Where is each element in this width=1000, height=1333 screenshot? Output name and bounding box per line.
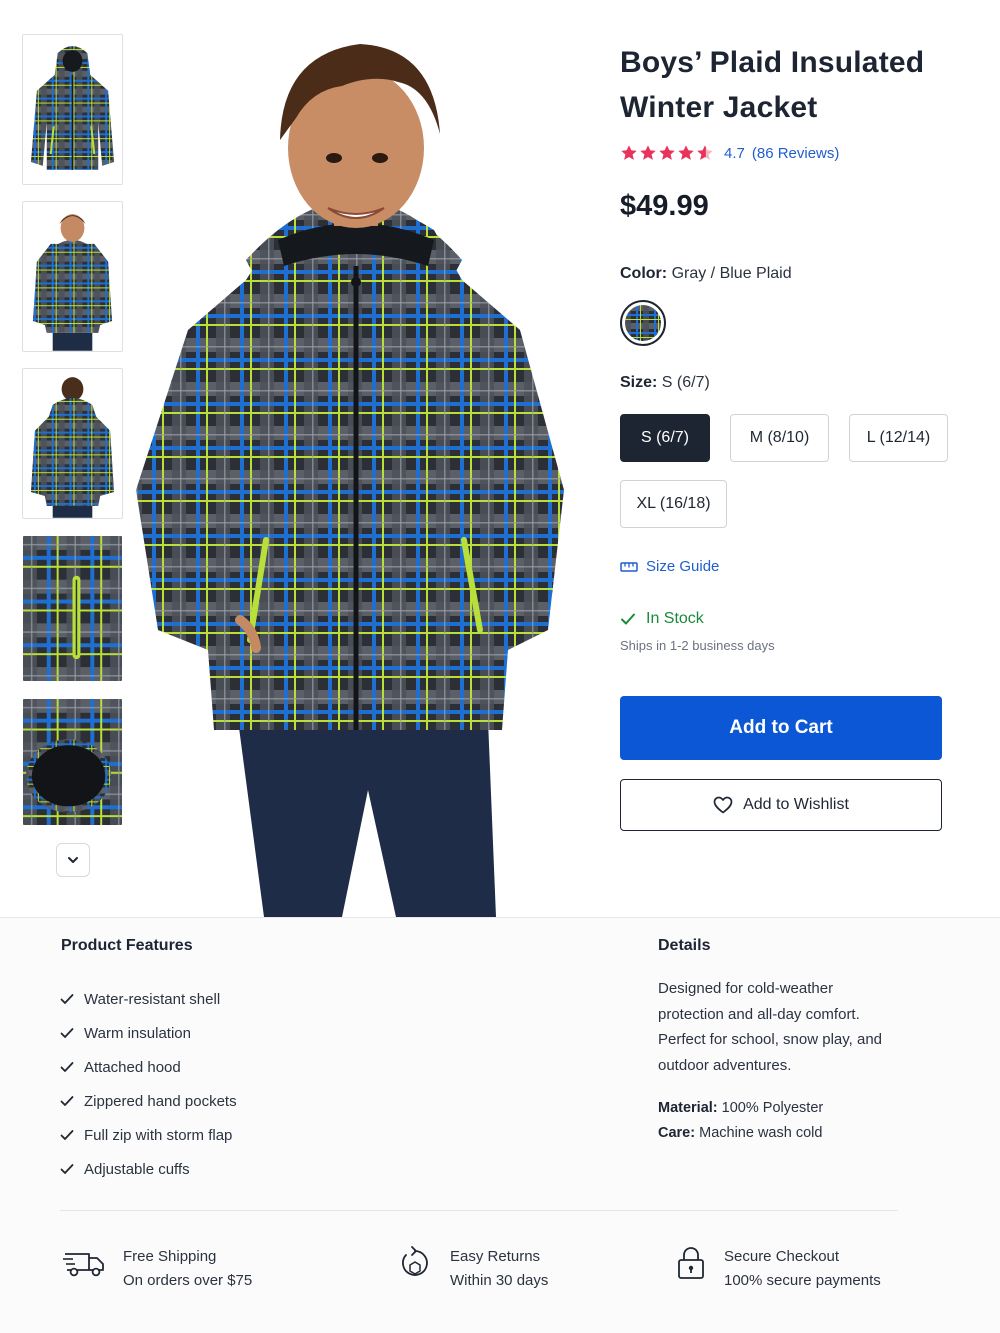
section-divider bbox=[60, 1210, 898, 1211]
checkmark-icon bbox=[60, 1164, 74, 1174]
chevron-down-icon bbox=[68, 857, 78, 863]
plaid-swatch bbox=[625, 305, 661, 341]
size-option-xl[interactable]: XL (16/18) bbox=[620, 480, 727, 528]
add-to-wishlist-button[interactable]: Add to Wishlist bbox=[620, 779, 942, 831]
add-to-wishlist-label: Add to Wishlist bbox=[743, 796, 849, 813]
perk-text: Secure Checkout 100% secure payments bbox=[724, 1245, 881, 1293]
star-half-icon bbox=[697, 145, 713, 160]
checkmark-icon bbox=[60, 994, 74, 1004]
color-value: Gray / Blue Plaid bbox=[671, 265, 792, 282]
material-label: Material: bbox=[658, 1100, 718, 1116]
stock-status: In Stock bbox=[620, 610, 704, 628]
perk-secure-checkout: Secure Checkout 100% secure payments bbox=[676, 1245, 881, 1293]
perk-easy-returns: Easy Returns Within 30 days bbox=[398, 1245, 548, 1293]
size-guide-label: Size Guide bbox=[646, 558, 720, 575]
list-item: Warm insulation bbox=[60, 1016, 237, 1050]
product-info-panel: Boys’ Plaid Insulated Winter Jacket 4.7 … bbox=[620, 40, 950, 831]
perk-title: Secure Checkout bbox=[724, 1248, 840, 1265]
product-rating[interactable]: 4.7 (86 Reviews) bbox=[620, 144, 839, 162]
product-title: Boys’ Plaid Insulated Winter Jacket bbox=[620, 40, 950, 130]
product-price: $49.99 bbox=[620, 190, 709, 222]
size-option-m[interactable]: M (8/10) bbox=[730, 414, 829, 462]
care-label: Care: bbox=[658, 1125, 696, 1141]
star-full-icon bbox=[659, 145, 675, 160]
checkmark-icon bbox=[60, 1130, 74, 1140]
size-option-s[interactable]: S (6/7) bbox=[620, 414, 710, 462]
checkmark-icon bbox=[621, 613, 635, 625]
reviews-link[interactable]: (86 Reviews) bbox=[752, 145, 840, 162]
star-rating bbox=[620, 144, 714, 162]
rating-score: 4.7 bbox=[724, 144, 745, 162]
ruler-icon bbox=[620, 561, 638, 572]
material-spec: Material: 100% Polyester bbox=[658, 1100, 823, 1116]
thumbnail-pocket-detail[interactable] bbox=[22, 535, 123, 682]
stock-status-text: In Stock bbox=[646, 610, 704, 627]
size-guide-link[interactable]: Size Guide bbox=[620, 558, 719, 575]
details-description: Designed for cold-weather protection and… bbox=[658, 980, 883, 1074]
list-item: Attached hood bbox=[60, 1050, 237, 1084]
thumbnail-cuff-detail[interactable] bbox=[22, 698, 123, 826]
features-title: Product Features bbox=[61, 937, 193, 954]
list-item: Full zip with storm flap bbox=[60, 1118, 237, 1152]
jacket-front-image bbox=[23, 35, 122, 184]
feature-text: Zippered hand pockets bbox=[84, 1092, 237, 1110]
feature-text: Warm insulation bbox=[84, 1024, 191, 1042]
product-title-line1: Boys’ Plaid Insulated bbox=[620, 46, 925, 79]
boy-front-image bbox=[23, 202, 122, 351]
list-item: Zippered hand pockets bbox=[60, 1084, 237, 1118]
size-label-heading: Size: bbox=[620, 374, 658, 391]
perk-free-shipping: Free Shipping On orders over $75 bbox=[63, 1245, 252, 1293]
feature-text: Attached hood bbox=[84, 1058, 181, 1076]
size-option-l[interactable]: L (12/14) bbox=[849, 414, 948, 462]
product-details-section: Product Features Water-resistant shell W… bbox=[0, 917, 1000, 1333]
main-product-image bbox=[128, 30, 580, 917]
thumbnail-boy-front[interactable] bbox=[22, 201, 123, 352]
boy-in-jacket-photo bbox=[128, 30, 580, 917]
care-value: Machine wash cold bbox=[699, 1125, 823, 1141]
perk-text: Easy Returns Within 30 days bbox=[450, 1245, 548, 1293]
color-swatch-selected[interactable] bbox=[620, 300, 666, 346]
feature-text: Full zip with storm flap bbox=[84, 1126, 233, 1144]
perk-text: Free Shipping On orders over $75 bbox=[123, 1245, 252, 1293]
checkmark-icon bbox=[60, 1028, 74, 1038]
color-label-heading: Color: bbox=[620, 265, 668, 282]
shipping-estimate: Ships in 1-2 business days bbox=[620, 638, 775, 653]
perk-title: Easy Returns bbox=[450, 1248, 541, 1265]
product-title-line2: Winter Jacket bbox=[620, 91, 818, 124]
list-item: Water-resistant shell bbox=[60, 982, 237, 1016]
checkmark-icon bbox=[60, 1096, 74, 1106]
lock-icon bbox=[678, 1247, 704, 1279]
feature-text: Water-resistant shell bbox=[84, 990, 221, 1008]
cuff-detail-image bbox=[23, 699, 122, 825]
heart-icon bbox=[713, 796, 733, 814]
thumbnail-jacket-front[interactable] bbox=[22, 34, 123, 185]
add-to-cart-button[interactable]: Add to Cart bbox=[620, 696, 942, 760]
star-full-icon bbox=[678, 145, 694, 160]
perk-subtitle: Within 30 days bbox=[450, 1272, 549, 1289]
perk-title: Free Shipping bbox=[123, 1248, 217, 1265]
boy-back-image bbox=[23, 369, 122, 518]
thumbnail-boy-back[interactable] bbox=[22, 368, 123, 519]
checkmark-icon bbox=[60, 1062, 74, 1072]
features-list: Water-resistant shell Warm insulation At… bbox=[60, 982, 237, 1186]
size-value: S (6/7) bbox=[661, 374, 710, 391]
details-title: Details bbox=[658, 937, 711, 954]
thumbnails-more-button[interactable] bbox=[56, 843, 90, 877]
material-value: 100% Polyester bbox=[721, 1100, 824, 1116]
list-item: Adjustable cuffs bbox=[60, 1152, 237, 1186]
star-full-icon bbox=[621, 145, 637, 160]
perk-subtitle: 100% secure payments bbox=[724, 1272, 881, 1289]
perk-subtitle: On orders over $75 bbox=[123, 1272, 253, 1289]
returns-icon bbox=[402, 1246, 428, 1276]
feature-text: Adjustable cuffs bbox=[84, 1160, 190, 1178]
size-label: Size: S (6/7) bbox=[620, 374, 710, 392]
star-full-icon bbox=[640, 145, 656, 160]
pocket-detail-image bbox=[23, 536, 122, 681]
care-spec: Care: Machine wash cold bbox=[658, 1125, 822, 1141]
color-label: Color: Gray / Blue Plaid bbox=[620, 265, 792, 283]
truck-icon bbox=[63, 1253, 104, 1277]
